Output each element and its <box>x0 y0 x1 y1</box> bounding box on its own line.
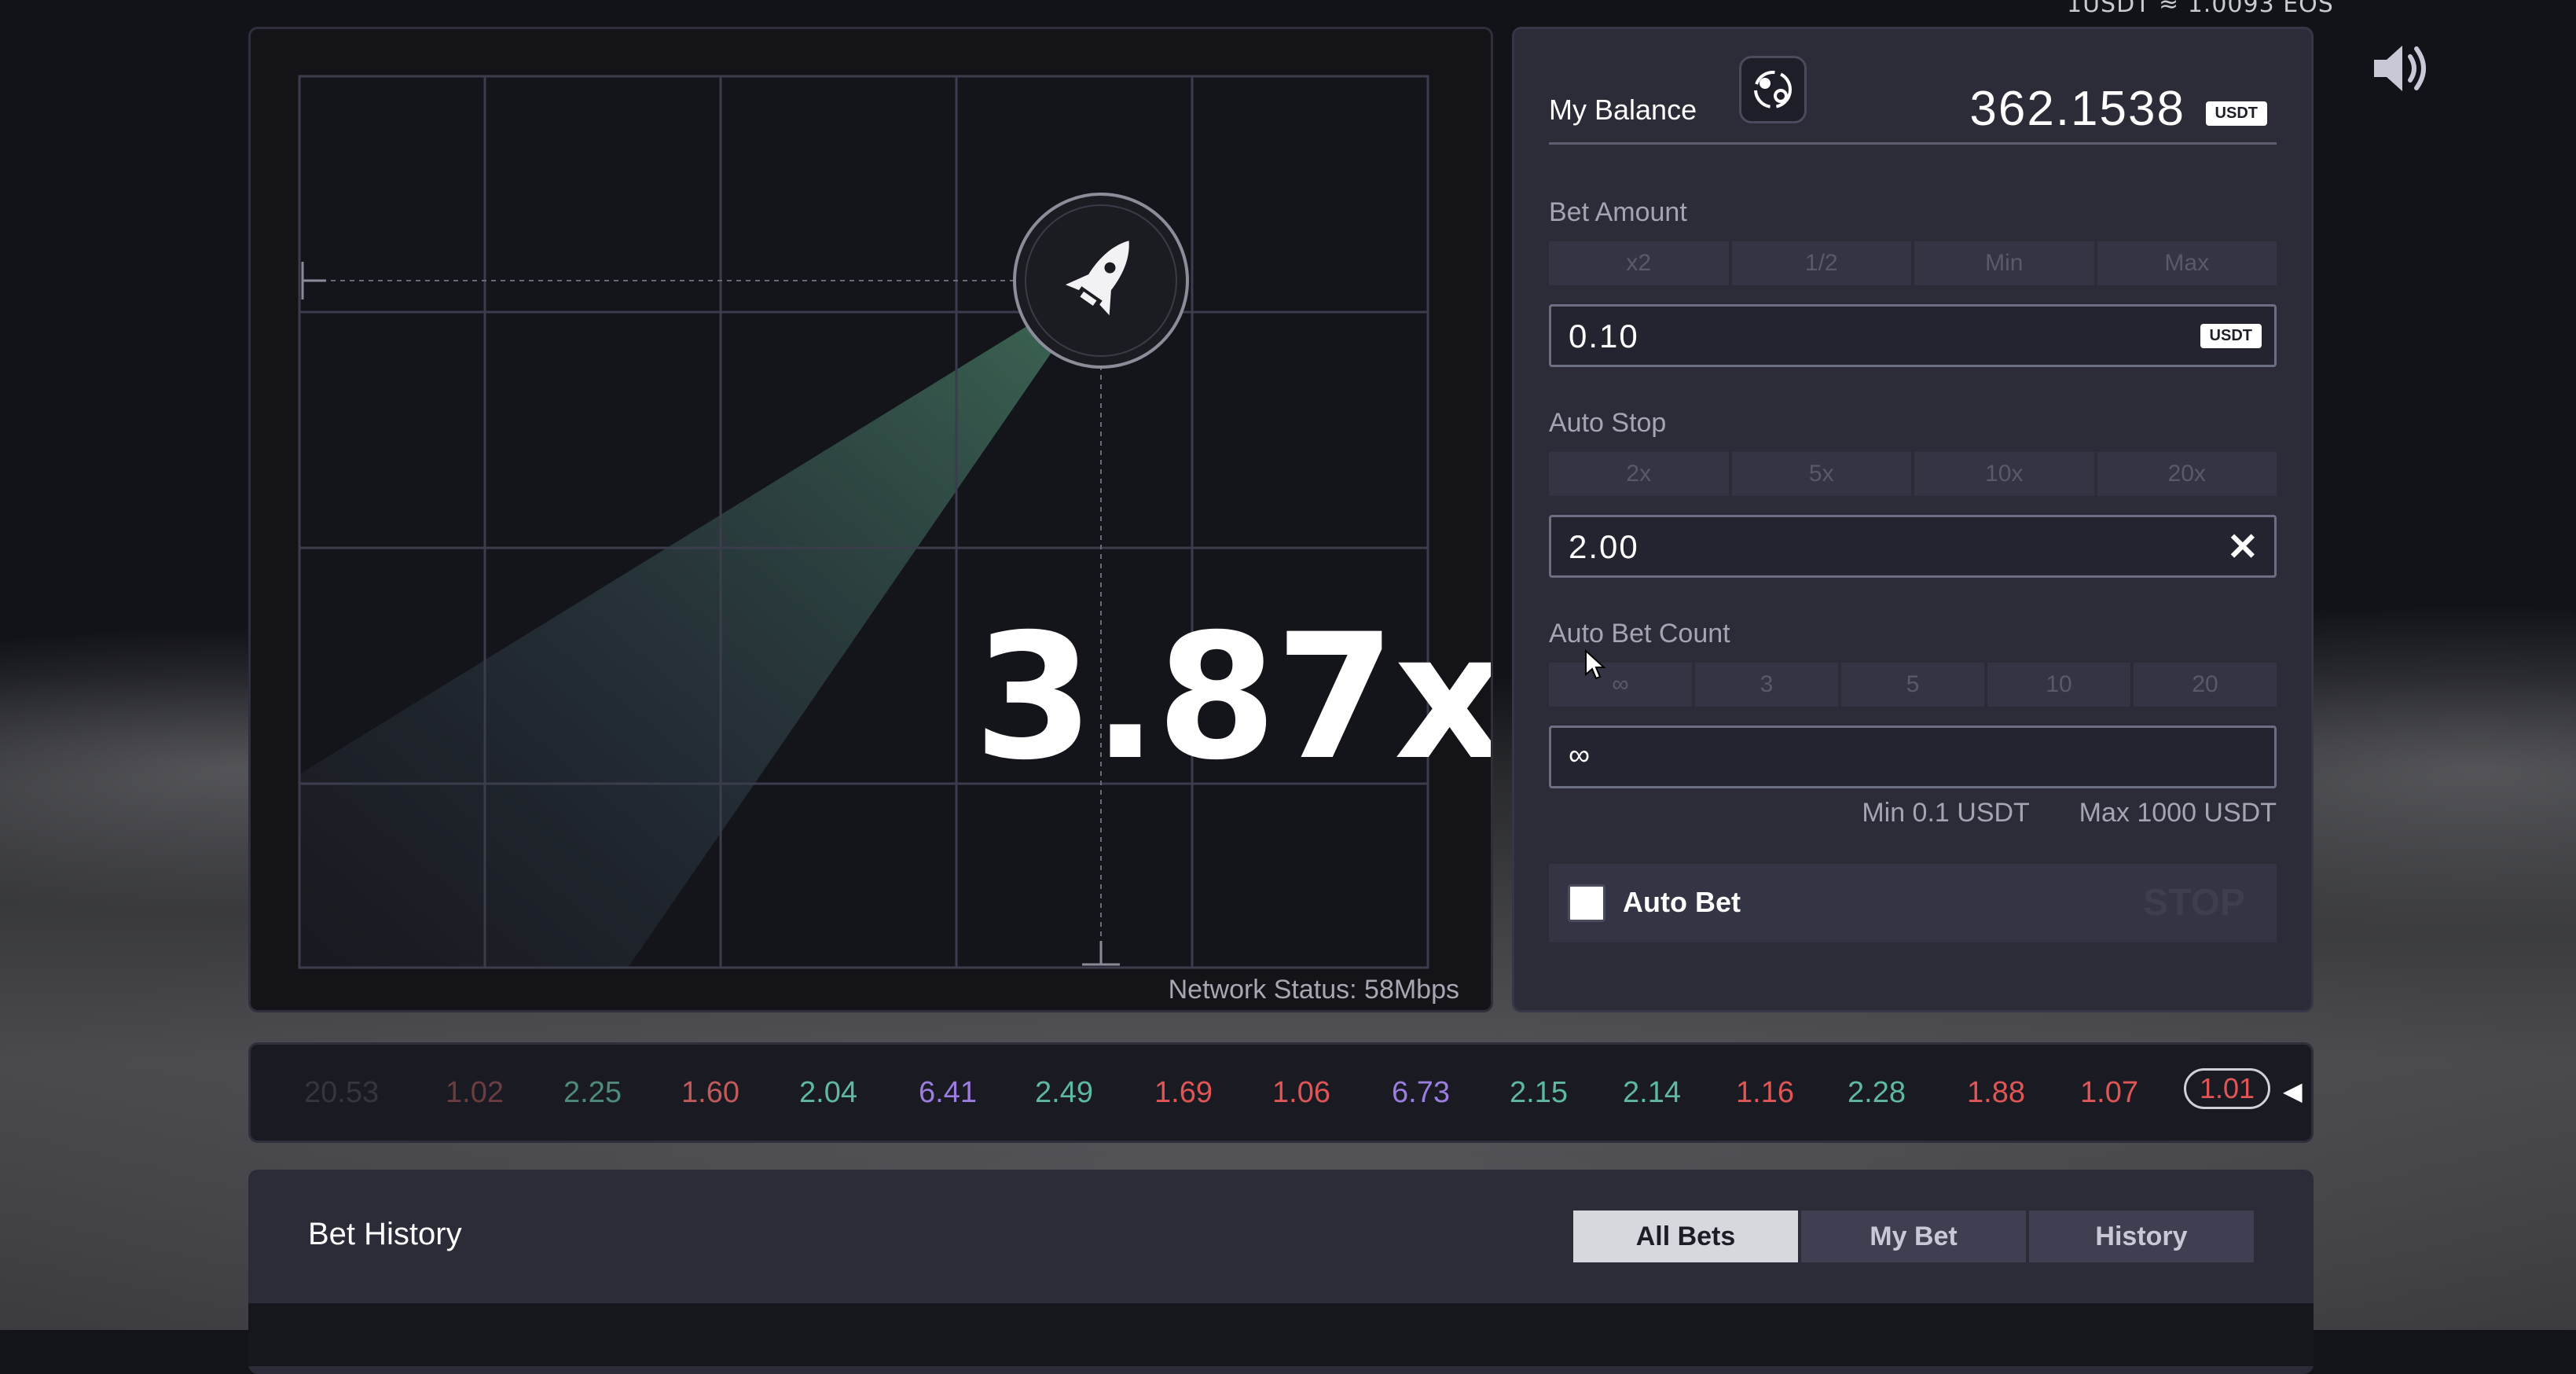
stop-button[interactable]: STOP <box>2143 881 2245 924</box>
auto-bet-row: Auto Bet STOP <box>1549 864 2277 942</box>
max-limit: Max 1000 USDT <box>2079 798 2277 828</box>
count-infinite-button[interactable]: ∞ <box>1549 663 1692 707</box>
history-item: 2.28 <box>1848 1076 1906 1109</box>
crash-history-strip: 20.53 1.02 2.25 1.60 2.04 6.41 2.49 1.69… <box>248 1042 2314 1143</box>
count-10-button[interactable]: 10 <box>1987 663 2130 707</box>
history-item: 2.14 <box>1623 1076 1681 1109</box>
history-item: 6.73 <box>1392 1076 1450 1109</box>
exchange-rate: 1USDT ≈ 1.0093 EOS <box>2067 0 2334 18</box>
auto-bet-label: Auto Bet <box>1623 886 1741 918</box>
auto-stop-2x-button[interactable]: 2x <box>1549 452 1729 496</box>
auto-bet-count-value[interactable]: ∞ <box>1569 739 1591 773</box>
tab-my-bet[interactable]: My Bet <box>1801 1211 2026 1262</box>
history-item: 2.04 <box>799 1076 857 1109</box>
auto-stop-5x-button[interactable]: 5x <box>1731 452 1911 496</box>
balance-label: My Balance <box>1549 94 1697 126</box>
divider <box>1549 142 2277 145</box>
auto-bet-count-input[interactable]: ∞ <box>1549 726 2277 788</box>
count-20-button[interactable]: 20 <box>2134 663 2277 707</box>
auto-bet-count-quick-buttons: ∞ 3 5 10 20 <box>1549 663 2277 707</box>
history-item: 1.16 <box>1736 1076 1794 1109</box>
close-icon[interactable]: ✕ <box>2227 525 2259 569</box>
game-canvas: 3.87x Network Status: 58Mbps <box>248 27 1493 1012</box>
auto-stop-10x-button[interactable]: 10x <box>1914 452 2094 496</box>
bet-amount-value[interactable]: 0.10 <box>1569 318 1639 355</box>
history-item: 1.88 <box>1967 1076 2025 1109</box>
history-item: 2.15 <box>1510 1076 1568 1109</box>
caret-left-icon[interactable]: ◀ <box>2283 1076 2303 1106</box>
history-item: 6.41 <box>919 1076 977 1109</box>
sound-icon[interactable] <box>2369 41 2432 96</box>
bet-currency-badge: USDT <box>2200 324 2262 348</box>
auto-stop-label: Auto Stop <box>1549 408 1667 438</box>
auto-stop-20x-button[interactable]: 20x <box>2097 452 2277 496</box>
tab-all-bets[interactable]: All Bets <box>1573 1211 1798 1262</box>
balance-currency-badge: USDT <box>2205 101 2267 126</box>
history-item: 1.60 <box>681 1076 739 1109</box>
auto-bet-checkbox[interactable] <box>1568 884 1605 922</box>
history-item: 20.53 <box>304 1076 380 1109</box>
balance-value: 362.1538 <box>1969 82 2185 136</box>
bet-history-table <box>248 1303 2314 1366</box>
swap-icon <box>1754 71 1792 108</box>
bet-amount-label: Bet Amount <box>1549 197 1687 227</box>
history-item: 1.69 <box>1154 1076 1213 1109</box>
bet-limits: Min 0.1 USDT Max 1000 USDT <box>1819 798 2277 828</box>
auto-stop-quick-buttons: 2x 5x 10x 20x <box>1549 452 2277 496</box>
bet-control-panel: My Balance 362.1538 USDT Bet Amount x2 1… <box>1512 27 2314 1012</box>
bet-max-button[interactable]: Max <box>2097 241 2277 285</box>
history-item: 1.06 <box>1272 1076 1330 1109</box>
auto-stop-value[interactable]: 2.00 <box>1569 528 1639 566</box>
count-5-button[interactable]: 5 <box>1841 663 1984 707</box>
bet-x2-button[interactable]: x2 <box>1549 241 1729 285</box>
history-item: 2.25 <box>563 1076 622 1109</box>
min-limit: Min 0.1 USDT <box>1862 798 2030 828</box>
bet-amount-quick-buttons: x2 1/2 Min Max <box>1549 241 2277 285</box>
count-3-button[interactable]: 3 <box>1695 663 1838 707</box>
tab-history[interactable]: History <box>2029 1211 2254 1262</box>
bet-half-button[interactable]: 1/2 <box>1731 241 1911 285</box>
bet-amount-input[interactable]: 0.10 USDT <box>1549 304 2277 367</box>
history-item: 1.07 <box>2080 1076 2138 1109</box>
switch-currency-button[interactable] <box>1739 56 1807 123</box>
auto-bet-count-label: Auto Bet Count <box>1549 619 1730 648</box>
mouse-cursor <box>1585 649 1606 680</box>
bet-history-title: Bet History <box>308 1217 462 1251</box>
bet-history-tabs: All Bets My Bet History <box>1573 1211 2254 1262</box>
history-item: 2.49 <box>1035 1076 1093 1109</box>
crash-multiplier: 3.87x <box>974 597 1493 798</box>
bet-history-section: Bet History All Bets My Bet History <box>248 1170 2314 1374</box>
history-item: 1.02 <box>446 1076 504 1109</box>
auto-stop-input[interactable]: 2.00 ✕ <box>1549 515 2277 578</box>
network-status: Network Status: 58Mbps <box>1168 975 1459 1005</box>
current-round-badge: 1.01 <box>2184 1068 2270 1109</box>
crash-graph <box>298 75 1429 969</box>
bet-min-button[interactable]: Min <box>1914 241 2094 285</box>
